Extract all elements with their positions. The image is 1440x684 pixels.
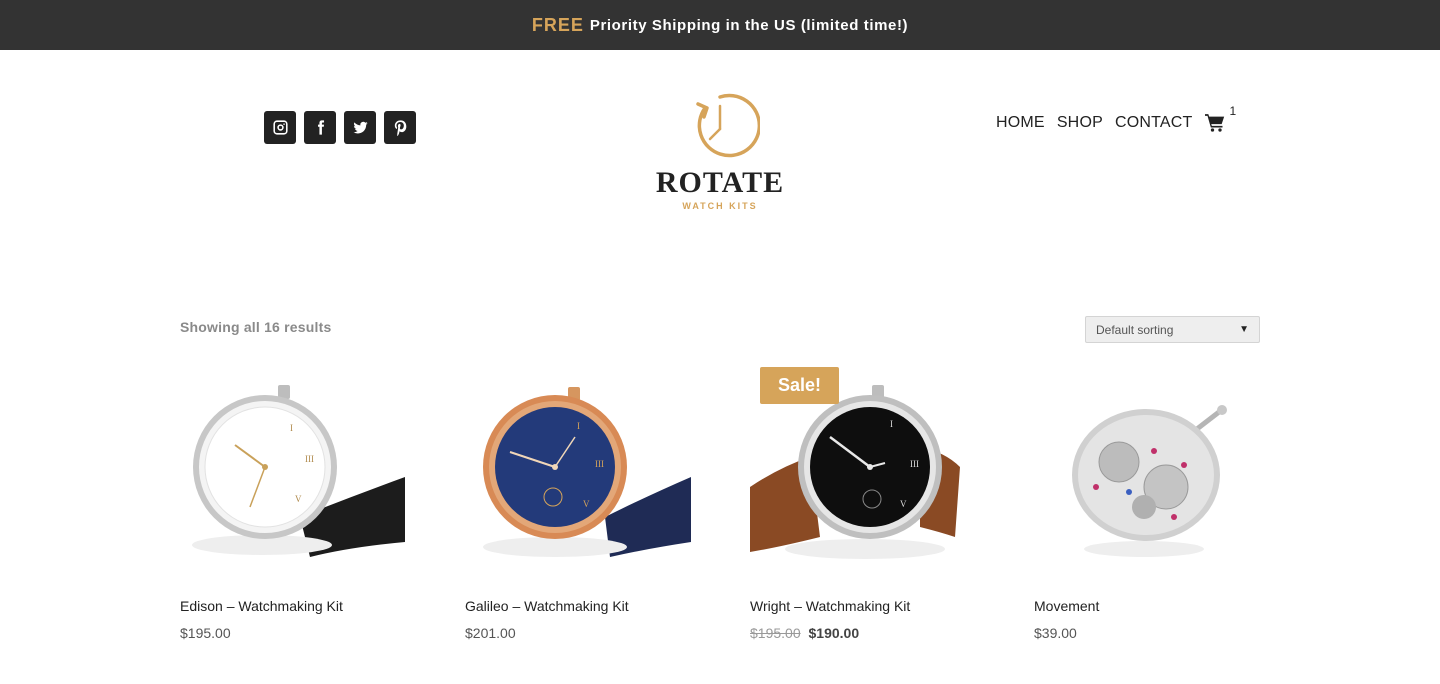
- logo-tagline: WATCH KITS: [682, 201, 758, 211]
- nav-contact[interactable]: CONTACT: [1115, 114, 1193, 132]
- nav-shop[interactable]: SHOP: [1057, 114, 1103, 132]
- product-sale-price: $190.00: [808, 625, 860, 641]
- svg-text:V: V: [295, 494, 302, 504]
- instagram-link[interactable]: [264, 111, 296, 144]
- cart-link[interactable]: 1: [1204, 104, 1236, 133]
- results-count: Showing all 16 results: [180, 319, 332, 335]
- announcement-message: Priority Shipping in the US (limited tim…: [589, 16, 909, 34]
- main-nav: HOME SHOP CONTACT 1: [996, 104, 1236, 133]
- pinterest-link[interactable]: [384, 111, 416, 144]
- product-price-value: $195.00: [180, 625, 231, 641]
- site-logo[interactable]: ROTATE WATCH KITS: [640, 92, 800, 222]
- announcement-highlight: FREE: [531, 14, 584, 35]
- product-price: $39.00: [1034, 625, 1077, 641]
- product-card[interactable]: I III V Galileo – Watchmaking Kit $201.0…: [465, 367, 691, 641]
- clock-logo-icon: [696, 93, 760, 158]
- product-name[interactable]: Edison – Watchmaking Kit: [180, 598, 343, 614]
- svg-text:I: I: [577, 421, 580, 431]
- product-image[interactable]: [1034, 367, 1260, 577]
- svg-text:V: V: [900, 499, 907, 509]
- announcement-bar: FREE Priority Shipping in the US (limite…: [0, 0, 1440, 50]
- nav-home[interactable]: HOME: [996, 114, 1045, 132]
- product-price: $195.00 $190.00: [750, 625, 859, 641]
- cart-count: 1: [1229, 104, 1237, 118]
- product-price: $201.00: [465, 625, 516, 641]
- facebook-link[interactable]: [304, 111, 336, 144]
- logo-brand: ROTATE: [655, 166, 785, 199]
- product-image[interactable]: I III V: [465, 367, 691, 577]
- sort-select[interactable]: Default sorting ▼: [1085, 316, 1260, 343]
- svg-text:V: V: [583, 499, 590, 509]
- svg-text:III: III: [305, 454, 314, 464]
- product-price-value: $39.00: [1034, 625, 1077, 641]
- product-name[interactable]: Galileo – Watchmaking Kit: [465, 598, 629, 614]
- cart-icon: [1204, 114, 1224, 132]
- svg-text:I: I: [890, 419, 893, 429]
- instagram-icon: [272, 120, 288, 135]
- sort-selected-value: Default sorting: [1096, 322, 1174, 337]
- twitter-icon: [352, 121, 368, 134]
- sale-badge: Sale!: [760, 367, 840, 404]
- product-image[interactable]: I III V: [180, 367, 406, 577]
- product-name[interactable]: Wright – Watchmaking Kit: [750, 598, 910, 614]
- svg-text:I: I: [290, 423, 293, 433]
- product-price-value: $201.00: [465, 625, 516, 641]
- pinterest-icon: [394, 120, 406, 136]
- facebook-icon: [317, 120, 324, 135]
- svg-text:III: III: [595, 459, 604, 469]
- twitter-link[interactable]: [344, 111, 376, 144]
- product-card[interactable]: Movement $39.00: [1034, 367, 1260, 641]
- svg-text:III: III: [910, 459, 919, 469]
- product-old-price: $195.00: [750, 625, 801, 641]
- chevron-down-icon: ▼: [1239, 324, 1249, 335]
- product-card[interactable]: I III V Edison – Watchmaking Kit $195.00: [180, 367, 406, 641]
- product-price: $195.00: [180, 625, 231, 641]
- social-links: [264, 111, 416, 144]
- product-name[interactable]: Movement: [1034, 598, 1099, 614]
- product-card[interactable]: Sale! I III V Wright – Watchmaking Kit $…: [750, 367, 976, 641]
